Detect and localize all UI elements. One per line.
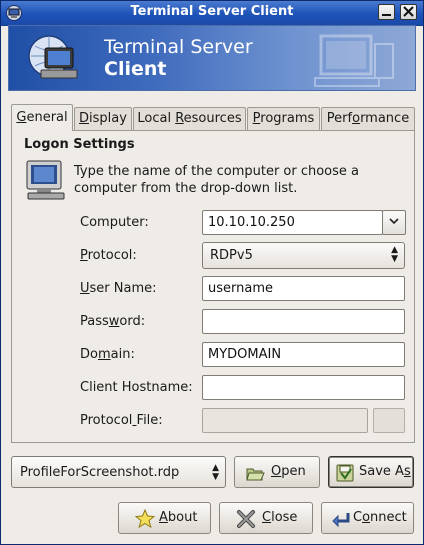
star-icon (135, 509, 155, 529)
domain-value: MYDOMAIN (208, 347, 282, 362)
username-field[interactable]: username (202, 276, 405, 301)
tab-label: Performance (326, 111, 410, 126)
about-button[interactable]: About (118, 502, 211, 534)
close-icon (403, 6, 414, 17)
profile-value: ProfileForScreenshot.rdp (20, 465, 180, 480)
protocol-file-field (202, 408, 368, 433)
protocol-value: RDPv5 (210, 248, 253, 263)
client-hostname-field[interactable] (202, 375, 405, 400)
username-label: User Name: (80, 281, 157, 296)
username-value: username (208, 281, 273, 296)
tab-label: Local Resources (137, 111, 242, 126)
computer-label: Computer: (80, 215, 149, 230)
folder-open-icon (246, 468, 265, 481)
minimize-button[interactable] (378, 4, 395, 20)
computer-dropdown-button[interactable] (382, 210, 406, 235)
domain-label: Domain: (80, 347, 135, 362)
banner-title-line2: Client (104, 58, 167, 80)
protocol-label: Protocol: (80, 248, 137, 263)
computer-combo-entry[interactable]: 10.10.10.250 (202, 210, 383, 235)
banner-title-line1: Terminal Server (104, 36, 253, 58)
network-computer-icon (28, 35, 78, 79)
close-button[interactable]: Close (219, 502, 313, 534)
tab-label: Programs (252, 111, 315, 126)
protocol-file-browse-button (373, 408, 405, 433)
tab-programs[interactable]: Programs (247, 107, 320, 131)
connect-label: Connect (353, 510, 407, 525)
save-icon (336, 464, 354, 482)
general-tab-panel: Logon Settings Type the name of the comp… (11, 130, 415, 443)
connect-arrow-icon (332, 513, 350, 528)
protocol-select[interactable]: RDPv5 ▲ ▼ (202, 242, 405, 269)
computer-value: 10.10.10.250 (208, 215, 295, 230)
tab-performance[interactable]: Performance (321, 107, 415, 131)
about-label-rest: bout (167, 510, 198, 525)
computer-icon (26, 160, 65, 200)
tab-label: Display (79, 111, 127, 126)
tsclient-window: Terminal Server Client Terminal Server C… (0, 0, 424, 545)
tab-general[interactable]: General (11, 104, 73, 131)
title-bar[interactable]: Terminal Server Client (1, 1, 423, 26)
profile-select[interactable]: ProfileForScreenshot.rdp ▲ ▼ (11, 456, 226, 488)
save-as-button[interactable]: Save As (328, 456, 414, 488)
tab-display[interactable]: Display (74, 107, 132, 131)
password-field[interactable] (202, 309, 405, 334)
password-label: Password: (80, 314, 146, 329)
window-title: Terminal Server Client (130, 4, 294, 19)
open-button[interactable]: Open (234, 456, 320, 488)
minimize-icon (382, 14, 391, 16)
tab-local-resources[interactable]: Local Resources (133, 107, 246, 131)
section-title: Logon Settings (24, 137, 135, 152)
open-label: Open (271, 464, 306, 479)
save-as-label: Save As (359, 464, 411, 479)
hint-text: Type the name of the computer or choose … (74, 164, 360, 196)
client-hostname-label: Client Hostname: (80, 380, 193, 395)
save-as-label-text: Save As (359, 464, 411, 479)
updown-arrows-icon: ▲ ▼ (391, 245, 398, 264)
chevron-down-icon (389, 218, 399, 225)
close-window-button[interactable] (400, 4, 417, 20)
updown-arrows-icon: ▲ ▼ (212, 463, 219, 482)
tab-label: General (16, 110, 68, 125)
open-label-rest: pen (281, 464, 306, 479)
connect-button[interactable]: Connect (321, 502, 414, 534)
close-icon (237, 510, 255, 528)
connect-label-text: Connect (353, 510, 407, 525)
tab-bar: General Display Local Resources Programs… (11, 104, 415, 131)
header-banner: Terminal Server Client (8, 25, 416, 91)
protocol-file-label: Protocol File: (80, 413, 163, 428)
about-label: About (159, 510, 198, 525)
close-label: Close (262, 510, 298, 525)
domain-field[interactable]: MYDOMAIN (202, 342, 405, 367)
close-label-rest: lose (271, 510, 298, 525)
banner-title: Terminal Server Client (104, 36, 253, 80)
computer-watermark-icon (314, 34, 394, 87)
